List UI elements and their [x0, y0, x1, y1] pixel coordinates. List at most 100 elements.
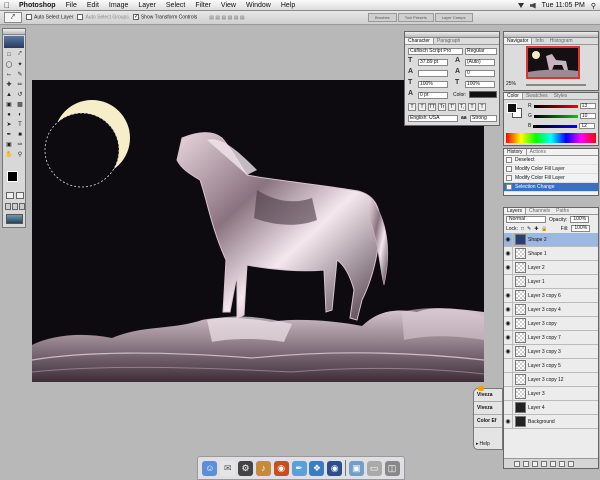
- navigator-zoom-slider[interactable]: [526, 84, 586, 86]
- menu-edit[interactable]: Edit: [82, 2, 104, 9]
- layer-visibility-eye-icon[interactable]: ◉: [504, 232, 513, 247]
- tab-layers[interactable]: Layers: [504, 208, 527, 214]
- trash-icon[interactable]: ◫: [384, 460, 400, 476]
- magic-wand-tool-icon[interactable]: ✦: [15, 60, 25, 69]
- tab-character[interactable]: Character: [405, 38, 434, 44]
- tracking-field[interactable]: 0: [465, 70, 495, 77]
- well-tab-tool-presets[interactable]: Tool Presets: [397, 13, 434, 22]
- menu-view[interactable]: View: [216, 2, 241, 9]
- font-family-select[interactable]: Caflisch Script Pro: [408, 48, 463, 55]
- toolbox-title-bar[interactable]: [3, 29, 25, 35]
- font-size-field[interactable]: 37.89 pt: [418, 59, 448, 66]
- tab-actions[interactable]: Actions: [527, 149, 549, 155]
- finder-icon[interactable]: ☺: [202, 460, 218, 476]
- dodge-tool-icon[interactable]: ◐: [15, 110, 25, 119]
- antialias-select[interactable]: Strong: [470, 115, 497, 122]
- screen-mode-full-button[interactable]: [19, 203, 25, 210]
- vertical-scale-field[interactable]: 100%: [418, 81, 448, 88]
- new-adjustment-layer-button[interactable]: [550, 460, 556, 467]
- eraser-tool-icon[interactable]: ▣: [4, 100, 14, 109]
- notes-tool-icon[interactable]: ▣: [4, 140, 14, 149]
- lock-position-icon[interactable]: ✚: [534, 226, 538, 232]
- auto-select-groups-checkbox[interactable]: Auto Select Groups: [77, 14, 129, 21]
- kerning-field[interactable]: [418, 70, 448, 77]
- history-brush-tool-icon[interactable]: ↺: [15, 90, 25, 99]
- color-foreground-swatch[interactable]: [507, 103, 517, 113]
- menu-app[interactable]: Photoshop: [14, 2, 61, 9]
- spotlight-icon[interactable]: ⚲: [591, 2, 596, 10]
- layer-row[interactable]: ◉ Background: [504, 414, 598, 429]
- tab-histogram[interactable]: Histogram: [547, 38, 576, 44]
- add-mask-button[interactable]: [532, 460, 538, 467]
- layer-visibility-eye-icon[interactable]: ◉: [504, 260, 513, 275]
- well-tab-layer-comps[interactable]: Layer Comps: [434, 13, 473, 22]
- gradient-tool-icon[interactable]: ▩: [15, 100, 25, 109]
- screen-mode-full-menu-button[interactable]: [12, 203, 18, 210]
- layer-visibility-eye-icon[interactable]: [504, 372, 513, 387]
- move-tool-icon[interactable]: ⤤: [15, 50, 25, 59]
- clone-stamp-tool-icon[interactable]: ▲: [4, 90, 14, 99]
- opacity-field[interactable]: 100%: [570, 216, 590, 223]
- compass-icon[interactable]: ❖: [309, 460, 325, 476]
- delete-layer-button[interactable]: [568, 460, 574, 467]
- preview-icon[interactable]: ▣: [348, 460, 364, 476]
- layer-row[interactable]: Layer 1: [504, 274, 598, 289]
- layer-visibility-eye-icon[interactable]: [504, 358, 513, 373]
- well-tab-brushes[interactable]: Brushes: [368, 13, 397, 22]
- layer-visibility-eye-icon[interactable]: ◉: [504, 330, 513, 345]
- blend-mode-select[interactable]: Normal: [506, 216, 546, 223]
- history-state[interactable]: Modify Color Fill Layer: [504, 165, 598, 174]
- standard-mode-button[interactable]: [6, 192, 14, 199]
- show-transform-controls-checkbox[interactable]: Show Transform Controls: [132, 14, 197, 21]
- layer-row[interactable]: ◉ Layer 3 copy 7: [504, 330, 598, 345]
- slice-tool-icon[interactable]: ✎: [15, 70, 25, 79]
- faux-bold-button[interactable]: T: [408, 103, 416, 111]
- red-slider[interactable]: [533, 104, 578, 108]
- system-preferences-icon[interactable]: ⚙: [238, 460, 254, 476]
- jump-to-imageready-button[interactable]: [6, 214, 23, 224]
- blue-slider[interactable]: [533, 124, 578, 128]
- menu-clock[interactable]: Tue 11:05 PM: [542, 2, 585, 9]
- horizontal-scale-field[interactable]: 100%: [465, 81, 495, 88]
- lock-image-icon[interactable]: ✎: [527, 226, 531, 232]
- healing-brush-tool-icon[interactable]: ✚: [4, 80, 14, 89]
- font-style-select[interactable]: Regular: [465, 48, 497, 55]
- viveza-item-1[interactable]: Viveza: [474, 389, 502, 402]
- layer-visibility-eye-icon[interactable]: [504, 400, 513, 415]
- tab-channels[interactable]: Channels: [526, 208, 553, 214]
- navigator-thumbnail[interactable]: [526, 46, 580, 79]
- layer-row[interactable]: ◉ Shape 2: [504, 232, 598, 247]
- tool-preset-picker[interactable]: ⤤: [4, 12, 22, 23]
- text-color-swatch[interactable]: [469, 91, 497, 98]
- layer-row[interactable]: ◉ Layer 3 copy 4: [504, 302, 598, 317]
- tab-paragraph[interactable]: Paragraph: [434, 38, 463, 44]
- language-select[interactable]: English: USA: [408, 115, 458, 122]
- align-buttons[interactable]: ▤ ▤ ▤ ▤ ▤ ▤: [209, 15, 244, 21]
- apple-menu-icon[interactable]: : [0, 1, 14, 10]
- volume-icon[interactable]: [529, 2, 536, 9]
- layer-style-button[interactable]: [523, 460, 529, 467]
- layer-visibility-eye-icon[interactable]: ◉: [504, 344, 513, 359]
- layer-visibility-eye-icon[interactable]: ◉: [504, 302, 513, 317]
- layer-row[interactable]: ◉ Layer 3 copy 3: [504, 344, 598, 359]
- zoom-tool-icon[interactable]: ⚲: [15, 150, 25, 159]
- red-value-field[interactable]: 13: [579, 103, 596, 109]
- small-caps-button[interactable]: Tr: [438, 103, 446, 111]
- screen-mode-standard-button[interactable]: [5, 203, 11, 210]
- marquee-tool-icon[interactable]: □: [4, 50, 14, 59]
- layer-row[interactable]: Layer 3 copy 5: [504, 358, 598, 373]
- drive-icon[interactable]: ▭: [366, 460, 382, 476]
- new-group-button[interactable]: [541, 460, 547, 467]
- layer-visibility-eye-icon[interactable]: [504, 386, 513, 401]
- strikethrough-button[interactable]: T: [478, 103, 486, 111]
- navigator-zoom-field[interactable]: 25%: [506, 81, 516, 87]
- tab-swatches[interactable]: Swatches: [523, 93, 551, 99]
- hand-tool-icon[interactable]: ✋: [4, 150, 14, 159]
- layer-row[interactable]: Layer 4: [504, 400, 598, 415]
- superscript-button[interactable]: T': [448, 103, 456, 111]
- photoshop-icon[interactable]: ◉: [327, 460, 343, 476]
- layer-visibility-eye-icon[interactable]: ◉: [504, 414, 513, 429]
- fill-field[interactable]: 100%: [571, 225, 591, 232]
- tab-navigator[interactable]: Navigator: [504, 38, 533, 44]
- link-layers-button[interactable]: [514, 460, 520, 467]
